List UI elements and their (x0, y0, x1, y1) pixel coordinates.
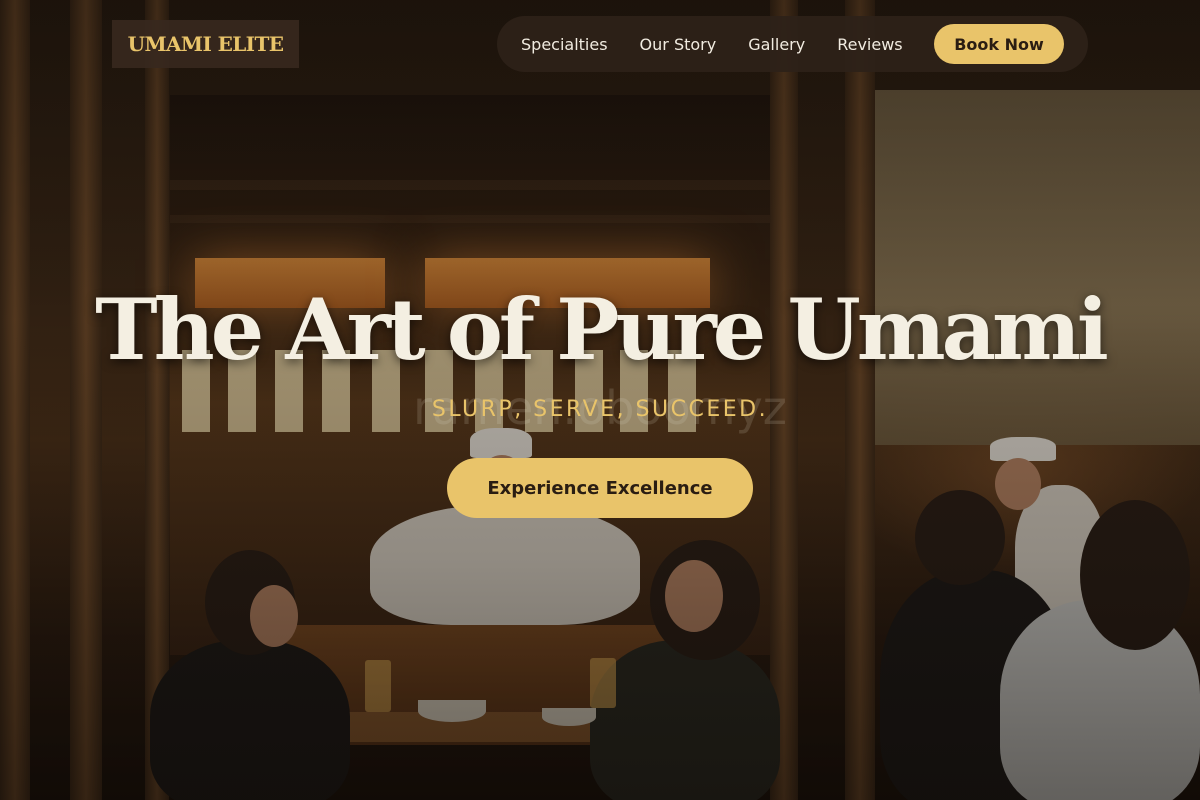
nav-link-our-story[interactable]: Our Story (640, 35, 717, 54)
experience-excellence-button[interactable]: Experience Excellence (447, 458, 753, 518)
brand-logo-text: UMAMI ELITE (127, 32, 284, 56)
top-navigation: Specialties Our Story Gallery Reviews Bo… (497, 16, 1088, 72)
hero-title: The Art of Pure Umami (95, 280, 1109, 379)
nav-link-reviews[interactable]: Reviews (837, 35, 902, 54)
book-now-label: Book Now (954, 34, 1044, 54)
hero-subtitle: SLURP, SERVE, SUCCEED. (431, 397, 769, 422)
experience-excellence-label: Experience Excellence (487, 477, 713, 499)
nav-link-gallery[interactable]: Gallery (748, 35, 805, 54)
brand-logo[interactable]: UMAMI ELITE (112, 20, 299, 68)
book-now-button[interactable]: Book Now (934, 24, 1064, 64)
nav-link-specialties[interactable]: Specialties (521, 35, 608, 54)
